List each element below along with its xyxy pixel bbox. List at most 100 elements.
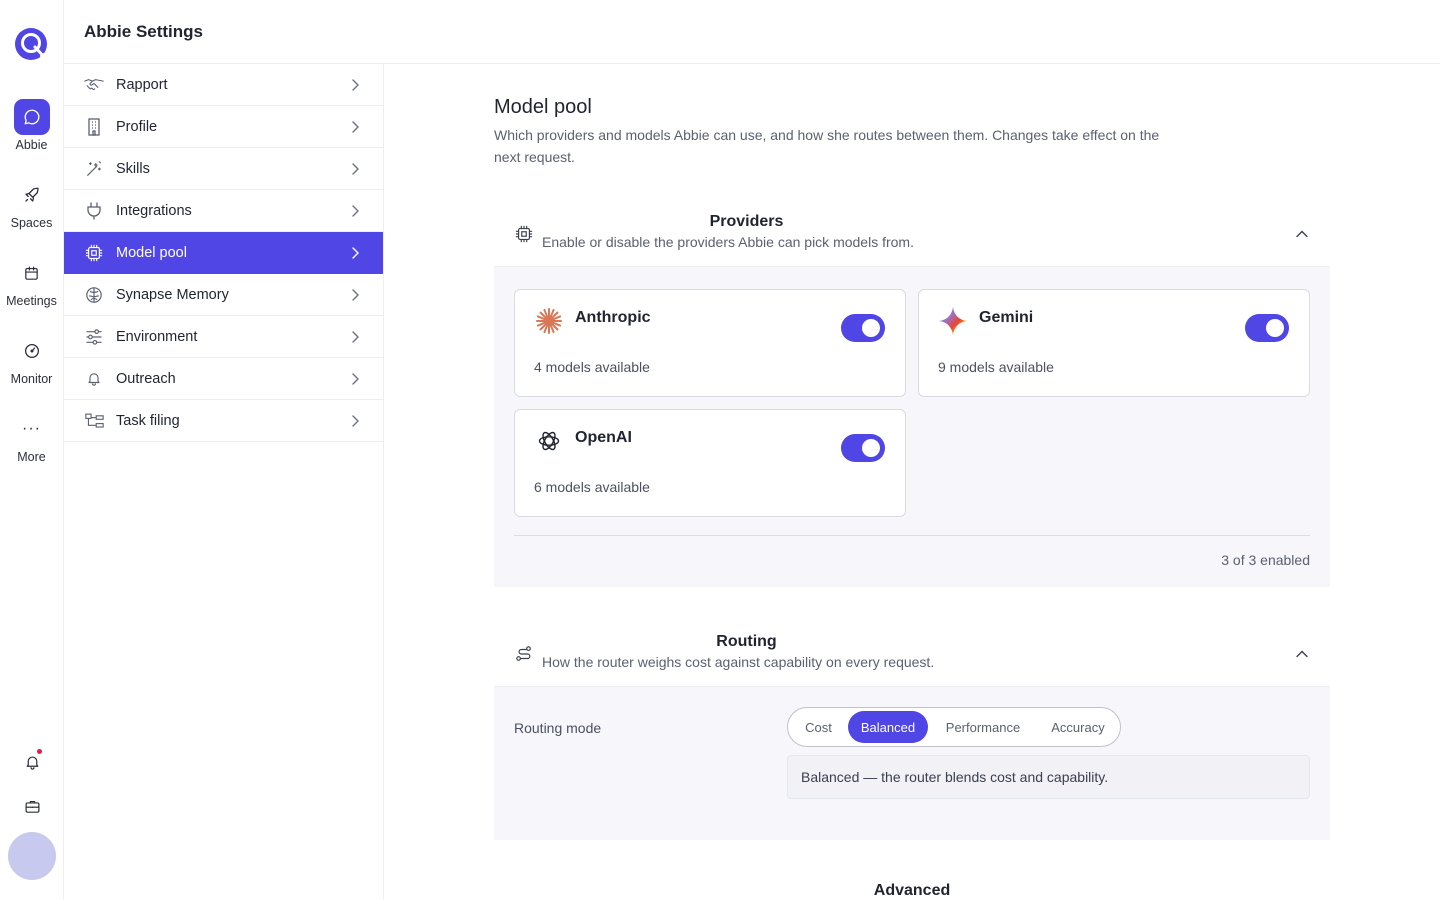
provider-toggle-gemini[interactable] [1245,314,1289,342]
more-dots-icon: ··· [22,420,41,437]
bell-icon [26,756,38,770]
rail-item-monitor[interactable]: Monitor [0,333,63,386]
briefcase-icon [25,800,39,813]
rail-label: Abbie [15,138,48,152]
nav-item-profile[interactable]: Profile [64,106,383,148]
rail-item-abbie[interactable]: Abbie [0,99,63,152]
routing-option-accuracy[interactable]: Accuracy [1038,711,1118,743]
routing-section-header[interactable]: Routing How the router weighs cost again… [494,624,1330,686]
route-icon [514,644,534,664]
app-logo[interactable] [14,27,48,61]
cpu-chip-icon [84,243,104,263]
rail-item-spaces[interactable]: Spaces [0,177,63,230]
routing-option-balanced[interactable]: Balanced [848,711,928,743]
anthropic-logo-icon [534,306,564,336]
nav-item-synapse-memory[interactable]: Synapse Memory [64,274,383,316]
building-icon [84,117,104,137]
gauge-icon [14,333,50,369]
rail-label: Monitor [10,372,53,386]
chevron-right-icon [352,331,359,343]
routing-option-cost[interactable]: Cost [791,711,846,743]
chevron-right-icon [352,415,359,427]
nav-item-label: Integrations [116,202,192,219]
toggle-knob [1266,319,1284,337]
nav-item-label: Outreach [116,370,176,387]
page-header-title: Abbie Settings [84,22,204,41]
rail-label: Spaces [10,216,53,230]
provider-card-openai: OpenAI 6 models available [514,409,906,517]
page-title: Model pool [494,96,592,118]
nav-item-outreach[interactable]: Outreach [64,358,383,400]
chevron-right-icon [352,163,359,175]
routing-option-performance[interactable]: Performance [933,711,1033,743]
provider-model-count: 9 models available [938,359,1054,375]
provider-card-anthropic: Anthropic 4 models available [514,289,906,397]
chevron-up-icon[interactable] [1294,226,1310,242]
rail-label: Meetings [6,294,57,308]
brain-icon [84,285,104,305]
provider-toggle-anthropic[interactable] [841,314,885,342]
nav-item-label: Environment [116,328,198,345]
provider-name: Gemini [979,309,1034,326]
cpu-chip-icon [514,224,534,244]
calendar-icon [14,255,50,291]
notification-dot [37,749,42,754]
plug-icon [84,201,104,221]
rail-item-more[interactable]: ··· More [0,411,63,464]
chevron-right-icon [352,79,359,91]
briefcase-button[interactable] [21,795,43,817]
openai-logo-icon [534,426,564,456]
rocket-icon [14,177,50,213]
nav-item-label: Synapse Memory [116,286,229,303]
avatar[interactable] [8,832,56,880]
routing-mode-description: Balanced — the router blends cost and ca… [787,755,1310,799]
nav-item-skills[interactable]: Skills [64,148,383,190]
routing-mode-selector: Cost Balanced Performance Accuracy [787,707,1121,747]
provider-name: OpenAI [575,429,632,446]
section-title: Providers [709,213,784,230]
provider-model-count: 4 models available [534,359,650,375]
handshake-icon [84,75,104,95]
chevron-right-icon [352,205,359,217]
chevron-right-icon [352,289,359,301]
main-content: Model pool Which providers and models Ab… [384,64,1440,900]
nav-item-task-filing[interactable]: Task filing [64,400,383,442]
chevron-right-icon [352,247,359,259]
section-subtitle: How the router weighs cost against capab… [542,654,935,670]
nav-item-integrations[interactable]: Integrations [64,190,383,232]
rail-item-meetings[interactable]: Meetings [0,255,63,308]
provider-name: Anthropic [575,309,651,326]
provider-toggle-openai[interactable] [841,434,885,462]
sliders-icon [84,327,104,347]
chevron-up-icon[interactable] [1294,646,1310,662]
routing-section-body: Routing mode Cost Balanced Performance A… [494,686,1330,840]
rail-label: More [17,450,46,464]
nav-item-label: Profile [116,118,158,135]
hierarchy-icon [84,411,104,431]
bell-icon [84,369,104,389]
advanced-section-title[interactable]: Advanced [494,882,1330,900]
provider-model-count: 6 models available [534,479,650,495]
nav-item-label: Task filing [116,412,180,429]
nav-item-label: Model pool [116,244,187,261]
toggle-knob [862,319,880,337]
routing-mode-label: Routing mode [514,720,602,736]
magic-wand-icon [84,159,104,179]
chevron-right-icon [352,121,359,133]
providers-section-body: Anthropic 4 models available Gemini 9 mo… [494,266,1330,587]
page-description: Which providers and models Abbie can use… [494,127,1160,165]
notifications-button[interactable] [21,749,43,773]
toggle-knob [862,439,880,457]
nav-item-model-pool[interactable]: Model pool [64,232,383,274]
settings-nav: Rapport Profile Skills Integrations Mode… [64,64,384,900]
nav-item-label: Rapport [116,76,168,93]
provider-card-gemini: Gemini 9 models available [918,289,1310,397]
nav-item-environment[interactable]: Environment [64,316,383,358]
app-rail: Abbie Spaces Meetings Monitor ··· More [0,0,64,900]
chat-bubble-icon [13,99,50,135]
settings-header: Abbie Settings [64,0,1440,64]
nav-item-label: Skills [116,160,150,177]
nav-item-rapport[interactable]: Rapport [64,64,383,106]
providers-section-header[interactable]: Providers Enable or disable the provider… [494,204,1330,266]
section-title: Routing [716,633,777,650]
